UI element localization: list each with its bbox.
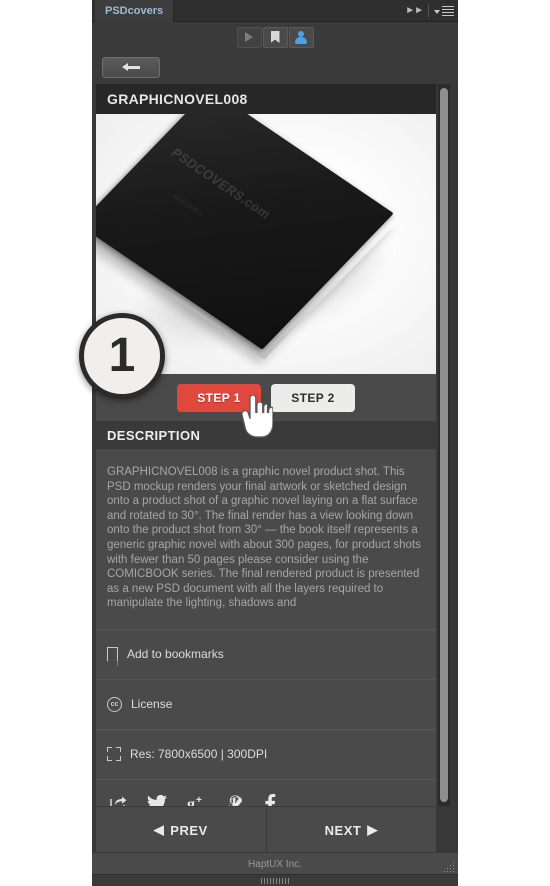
step-2-button[interactable]: STEP 2 bbox=[271, 383, 355, 412]
crop-corners-icon bbox=[107, 747, 121, 762]
triangle-right-icon: ▶ bbox=[367, 822, 378, 837]
status-badge: 1 bbox=[79, 313, 165, 399]
drag-handle-icon bbox=[261, 878, 290, 884]
account-button[interactable] bbox=[288, 26, 314, 48]
next-label: NEXT bbox=[324, 822, 362, 838]
next-button[interactable]: NEXT ▶ bbox=[265, 807, 437, 853]
play-triangle-icon bbox=[245, 32, 253, 42]
resolution-row[interactable]: Res: 7800x6500 | 300DPI bbox=[96, 728, 436, 779]
prev-label: PREV bbox=[170, 822, 208, 838]
pager: ◀ PREV NEXT ▶ bbox=[96, 806, 436, 853]
bottom-grip-bar[interactable] bbox=[92, 874, 458, 886]
person-icon bbox=[294, 30, 308, 44]
step-1-button[interactable]: STEP 1 bbox=[177, 383, 261, 412]
add-to-bookmarks-label: Add to bookmarks bbox=[127, 647, 224, 662]
resize-grip-icon[interactable] bbox=[443, 861, 454, 872]
resolution-label: Res: 7800x6500 | 300DPI bbox=[130, 747, 268, 762]
panel-menu-icon[interactable] bbox=[434, 5, 454, 17]
svg-text:+: + bbox=[196, 795, 202, 806]
license-label: License bbox=[131, 697, 173, 712]
license-row[interactable]: cc License bbox=[96, 678, 436, 729]
bookmarks-button[interactable] bbox=[262, 26, 288, 48]
prev-button[interactable]: ◀ PREV bbox=[96, 807, 266, 853]
bookmark-icon bbox=[270, 31, 280, 43]
chevron-down-icon bbox=[434, 9, 440, 14]
triangle-left-icon: ◀ bbox=[153, 822, 165, 837]
footer: HaptUX Inc. bbox=[92, 852, 458, 875]
psdcovers-panel: PSDcovers ►► GRAPHICNOVEL008 STEP 1 STEP… bbox=[92, 0, 458, 886]
back-bar bbox=[92, 52, 458, 84]
bookmark-outline-icon bbox=[106, 647, 118, 667]
arrow-left-icon bbox=[122, 63, 140, 72]
description-body: GRAPHICNOVEL008 is a graphic novel produ… bbox=[96, 449, 436, 629]
divider bbox=[428, 5, 429, 17]
tab-psdcovers[interactable]: PSDcovers bbox=[95, 0, 175, 22]
product-content: GRAPHICNOVEL008 PSDCOVERS.com psdcovers … bbox=[96, 84, 436, 828]
add-to-bookmarks-row[interactable]: Add to bookmarks bbox=[96, 628, 436, 679]
play-button[interactable] bbox=[236, 26, 262, 48]
screenshot-root: PSDcovers ►► GRAPHICNOVEL008 STEP 1 STEP… bbox=[0, 0, 550, 886]
double-chevron-right-icon[interactable]: ►► bbox=[405, 3, 424, 19]
panel-icon-toolbar bbox=[92, 22, 458, 52]
description-heading: DESCRIPTION bbox=[96, 421, 436, 449]
badge-number: 1 bbox=[108, 329, 136, 382]
panel-tab-bar: PSDcovers ►► bbox=[92, 0, 458, 22]
creative-commons-icon: cc bbox=[107, 696, 122, 712]
footer-credit: HaptUX Inc. bbox=[248, 858, 302, 870]
page-title: GRAPHICNOVEL008 bbox=[96, 84, 436, 114]
panel-tab-tools: ►► bbox=[405, 3, 454, 19]
vertical-scrollbar-thumb[interactable] bbox=[440, 88, 448, 802]
back-button[interactable] bbox=[102, 57, 160, 78]
